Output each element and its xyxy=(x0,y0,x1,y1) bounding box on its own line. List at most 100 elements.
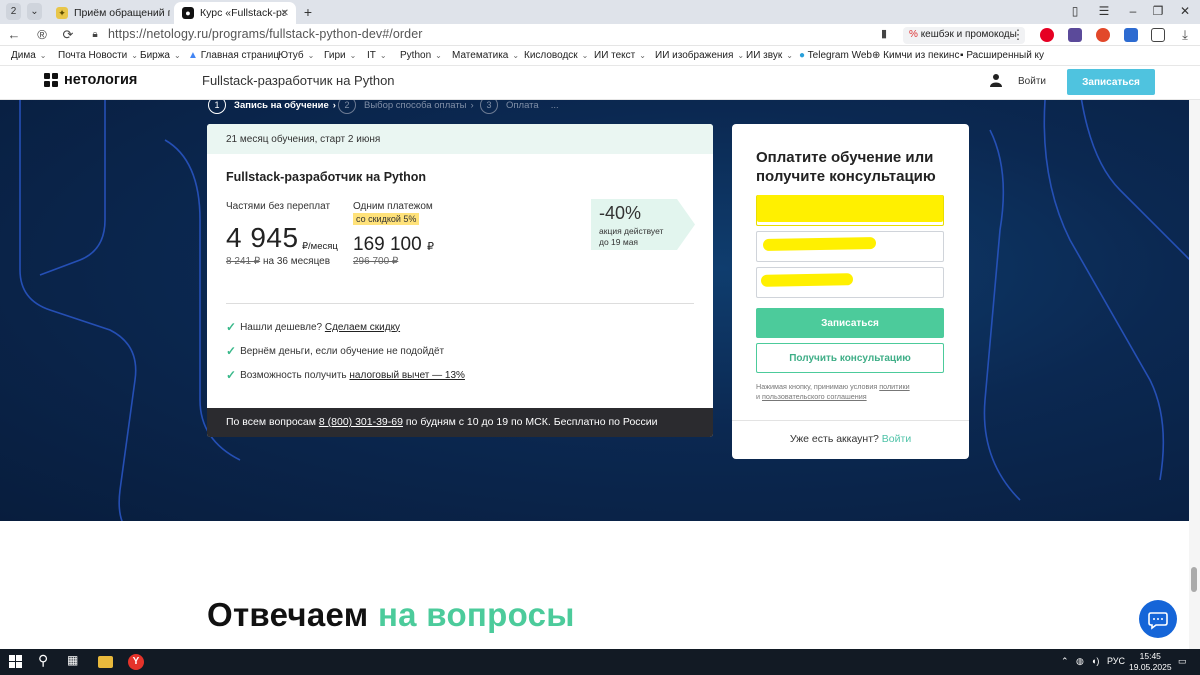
yandex-protect-icon[interactable]: ® xyxy=(34,27,50,42)
bookmark-folder[interactable]: ИИ текст ⌄ xyxy=(594,50,646,61)
volume-icon[interactable]: ◖) xyxy=(1091,656,1099,666)
system-clock[interactable]: 15:45 19.05.2025 xyxy=(1129,651,1172,673)
step-number: 3 xyxy=(480,100,498,114)
back-icon[interactable]: ← xyxy=(6,27,22,42)
tab-list-chevron-icon[interactable]: ⌄ xyxy=(27,3,42,20)
installment-old-price: 8 241 ₽ xyxy=(226,256,261,267)
netology-favicon-icon: ● xyxy=(182,7,194,19)
tab-netology-course[interactable]: ● Курс «Fullstack-разраб ✕ xyxy=(174,2,296,24)
close-window-icon[interactable]: ✕ xyxy=(1177,4,1193,18)
enroll-header-button[interactable]: Записаться xyxy=(1067,69,1155,95)
bookmark-link[interactable]: ▪ Расширенный ку xyxy=(960,50,1044,61)
extension-icon[interactable] xyxy=(1096,28,1110,42)
percent-icon: % xyxy=(909,29,918,40)
bookmark-folder[interactable]: Кисловодск ⌄ xyxy=(524,50,588,61)
bookmark-folder[interactable]: Дима ⌄ xyxy=(11,50,47,61)
lock-icon[interactable]: 🔒︎ xyxy=(87,29,103,40)
login-link[interactable]: Войти xyxy=(1018,76,1046,87)
user-icon[interactable] xyxy=(990,73,1002,87)
bookmark-folder[interactable]: Биржа ⌄ xyxy=(140,50,181,61)
file-explorer-icon[interactable] xyxy=(98,656,113,668)
phone-link[interactable]: 8 (800) 301-39-69 xyxy=(319,416,403,428)
address-bar: ← ® ⟳ 🔒︎ https://netology.ru/programs/fu… xyxy=(0,24,1200,46)
benefit-item: ✓ Вернём деньги, если обучение не подойдё… xyxy=(226,344,444,358)
bookmarks-panel-icon[interactable]: ▯ xyxy=(1067,4,1083,18)
notifications-icon[interactable]: ▭ xyxy=(1178,656,1187,667)
bookmark-folder[interactable]: Математика ⌄ xyxy=(452,50,519,61)
single-payment-label: Одним платежом xyxy=(353,201,433,212)
bookmark-link[interactable]: ▲ Главная страниц xyxy=(188,50,279,61)
telegram-icon: ● xyxy=(799,50,806,61)
chat-button[interactable] xyxy=(1139,600,1177,638)
tab-counter[interactable]: 2 xyxy=(6,3,21,20)
chevron-down-icon: ⌄ xyxy=(307,51,315,60)
keyboard-language[interactable]: РУС xyxy=(1107,656,1125,666)
pinterest-icon[interactable] xyxy=(1040,28,1054,42)
chevron-down-icon: ⌄ xyxy=(349,51,357,60)
installment-label: Частями без переплат xyxy=(226,201,331,212)
minimize-icon[interactable]: – xyxy=(1125,4,1141,18)
bookmark-link[interactable]: ● Telegram Web xyxy=(799,50,872,61)
bookmark-folder[interactable]: Ютуб ⌄ xyxy=(278,50,314,61)
tab-appeals[interactable]: ✦ Приём обращений гражд xyxy=(48,2,170,24)
search-icon[interactable]: ⚲ xyxy=(38,652,54,668)
more-icon[interactable]: ⋮ xyxy=(1010,27,1026,43)
extension-icon[interactable] xyxy=(1068,28,1082,42)
cashback-label: кешбэк и промокоды xyxy=(920,29,1017,40)
page-title: Fullstack-разработчик на Python xyxy=(202,73,395,88)
netology-logo-icon xyxy=(44,73,58,87)
bookmark-label: Ютуб xyxy=(278,50,304,61)
url-field[interactable]: https://netology.ru/programs/fullstack-p… xyxy=(108,27,423,41)
netology-logo[interactable]: нетология xyxy=(44,72,137,88)
submit-enroll-button[interactable]: Записаться xyxy=(756,308,944,338)
logo-text: нетология xyxy=(64,72,138,88)
menu-icon[interactable]: ☰ xyxy=(1096,4,1112,18)
extension-icon[interactable] xyxy=(1151,28,1165,42)
bookmark-folder[interactable]: Почта Новости ⌄ xyxy=(58,50,138,61)
translate-icon[interactable] xyxy=(1124,28,1138,42)
benefit-text: Вернём деньги, если обучение не подойдёт xyxy=(240,345,445,357)
bookmark-folder[interactable]: Гири ⌄ xyxy=(324,50,356,61)
task-view-icon[interactable]: ▦ xyxy=(67,653,83,669)
chevron-down-icon: ⌄ xyxy=(173,51,181,60)
reload-icon[interactable]: ⟳ xyxy=(60,27,76,43)
bookmark-folder[interactable]: IT ⌄ xyxy=(367,50,387,61)
cashback-button[interactable]: % кешбэк и промокоды xyxy=(903,27,1025,44)
chevron-down-icon: ⌄ xyxy=(379,51,387,60)
redaction-mark xyxy=(757,195,943,222)
new-tab-icon[interactable]: + xyxy=(300,3,316,20)
tax-deduction-link[interactable]: налоговый вычет — 13% xyxy=(349,370,465,381)
download-icon[interactable]: ⤓ xyxy=(1177,27,1193,43)
bookmark-folder[interactable]: ИИ изображения ⌄ xyxy=(655,50,744,61)
step-1[interactable]: 1 Запись на обучение › xyxy=(208,100,336,114)
bookmark-folder[interactable]: ИИ звук ⌄ xyxy=(746,50,793,61)
bookmark-label: Telegram Web xyxy=(807,50,872,61)
windows-start-icon[interactable] xyxy=(9,655,22,668)
bookmarks-bar: Дима ⌄ Почта Новости ⌄ Биржа ⌄ ▲ Главная ст… xyxy=(0,46,1200,66)
scroll-thumb[interactable] xyxy=(1191,567,1197,592)
consultation-button[interactable]: Получить консультацию xyxy=(756,343,944,373)
close-tab-icon[interactable]: ✕ xyxy=(281,8,289,19)
bookmark-link[interactable]: ⊕ Кимчи из пекинс xyxy=(872,50,959,61)
bookmark-label: Главная страниц xyxy=(200,50,280,61)
chat-bubble-icon xyxy=(1148,612,1168,630)
bookmark-folder[interactable]: Python ⌄ xyxy=(400,50,442,61)
discount-badge: со скидкой 5% xyxy=(353,213,420,225)
user-agreement-link[interactable]: пользовательского соглашения xyxy=(762,392,867,401)
network-icon[interactable]: ◍ xyxy=(1076,656,1084,667)
privacy-policy-link[interactable]: политики xyxy=(879,382,909,391)
yandex-browser-icon[interactable]: Y xyxy=(128,654,144,670)
account-prompt: Уже есть аккаунт? Войти xyxy=(732,433,969,445)
chevron-down-icon: ⌄ xyxy=(512,51,520,60)
discount-link[interactable]: Сделаем скидку xyxy=(325,322,400,333)
plus-circle-icon: ⊕ xyxy=(872,50,881,61)
divider xyxy=(226,303,694,304)
bookmark-label: Гири xyxy=(324,50,346,61)
tray-chevron-icon[interactable]: ⌃ xyxy=(1061,656,1069,667)
bookmark-icon[interactable]: ▮ xyxy=(876,27,892,40)
installment-old-price-row: 8 241 ₽ на 36 месяцев xyxy=(226,256,330,267)
page-scrollbar[interactable] xyxy=(1189,100,1200,649)
restore-icon[interactable]: ❐ xyxy=(1150,4,1166,18)
bookmark-label: Дима xyxy=(11,50,36,61)
form-login-link[interactable]: Войти xyxy=(882,433,911,445)
